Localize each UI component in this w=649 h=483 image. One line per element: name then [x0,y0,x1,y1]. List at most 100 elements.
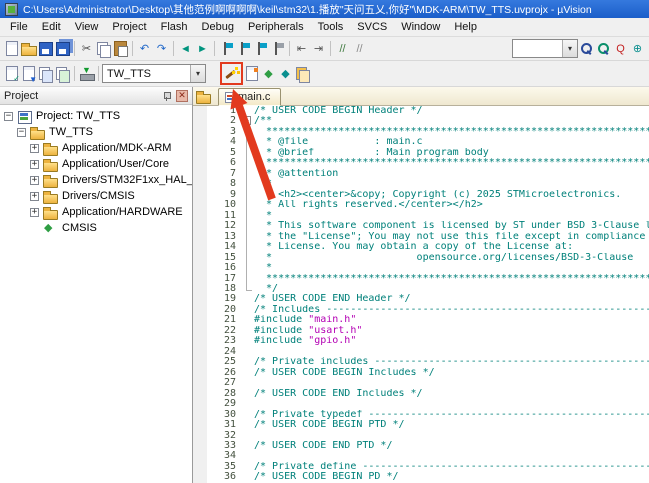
collapse-icon[interactable]: − [17,128,26,137]
file-extensions-icon[interactable] [243,65,260,83]
code-line: 14 * License. You may obtain a copy of t… [193,242,649,252]
code-text [254,347,649,357]
folder-icon [43,190,58,203]
code-line: 27 [193,378,649,388]
open-file-icon[interactable] [20,40,37,58]
translate-file-icon[interactable] [3,65,20,83]
batch-build-icon[interactable] [54,65,71,83]
menu-file[interactable]: File [3,19,35,35]
expand-icon[interactable]: + [30,208,39,217]
tree-item[interactable]: +Application/MDK-ARM [0,140,192,156]
project-panel: Project ✕ −Project: TW_TTS−TW_TTS+Applic… [0,87,193,483]
options-for-target-icon[interactable] [223,65,240,83]
tree-item[interactable]: +Drivers/CMSIS [0,188,192,204]
comment-icon[interactable]: // [334,40,351,58]
chevron-down-icon[interactable]: ▾ [562,40,577,57]
close-icon[interactable]: ✕ [176,90,188,102]
fold-marker[interactable] [241,200,254,210]
menu-tools[interactable]: Tools [311,19,351,35]
expand-icon[interactable]: + [30,176,39,185]
fold-marker[interactable] [241,232,254,242]
code-line: 31/* USER CODE BEGIN PTD */ [193,420,649,430]
fold-marker[interactable]: − [241,116,254,126]
bookmark-next-icon[interactable] [252,40,269,58]
code-line: 5 * @brief : Main program body [193,148,649,158]
rebuild-icon[interactable] [37,65,54,83]
books-icon[interactable] [294,65,311,83]
incremental-find-icon[interactable]: Q [612,40,629,58]
navigate-back-icon[interactable]: ◄ [177,40,194,58]
fold-marker[interactable] [241,221,254,231]
save-icon[interactable] [37,40,54,58]
build-toolbar: TW_TTS▾ ◆◆ [0,61,649,87]
download-icon[interactable] [78,65,95,83]
expand-icon[interactable]: + [30,144,39,153]
tree-item[interactable]: CMSIS [0,220,192,236]
target-select[interactable]: TW_TTS▾ [102,64,206,83]
redo-icon[interactable]: ↷ [153,40,170,58]
fold-marker[interactable] [241,137,254,147]
fold-marker[interactable] [241,284,254,294]
code-line: 13 * the "License"; You may not use this… [193,232,649,242]
undo-icon[interactable]: ↶ [136,40,153,58]
code-line: 3 **************************************… [193,127,649,137]
code-line: 6 **************************************… [193,158,649,168]
fold-marker[interactable] [241,211,254,221]
navigate-forward-icon[interactable]: ► [194,40,211,58]
tree-item[interactable]: +Drivers/STM32F1xx_HAL_Driver [0,172,192,188]
build-icon[interactable] [20,65,37,83]
menu-flash[interactable]: Flash [154,19,195,35]
menu-window[interactable]: Window [394,19,447,35]
expand-icon[interactable]: + [30,192,39,201]
pin-icon[interactable] [162,91,172,101]
tab-main-c[interactable]: main.c [218,88,281,106]
copy-icon[interactable] [95,40,112,58]
tree-item[interactable]: −TW_TTS [0,124,192,140]
tree-item[interactable]: +Application/User/Core [0,156,192,172]
menu-view[interactable]: View [68,19,106,35]
menu-debug[interactable]: Debug [195,19,241,35]
fold-marker[interactable] [241,148,254,158]
code-text: ****************************************… [254,127,649,137]
uncomment-icon[interactable]: // [351,40,368,58]
folder-icon[interactable] [196,90,211,103]
fold-marker[interactable] [241,179,254,189]
code-line: 29 [193,399,649,409]
paste-icon[interactable] [112,40,129,58]
toolbar-separator [330,41,331,56]
browse-icon[interactable]: ⊕ [629,40,646,58]
fold-marker[interactable] [241,263,254,273]
menu-edit[interactable]: Edit [35,19,68,35]
find-combobox[interactable]: ▾ [512,39,578,58]
find-icon[interactable] [578,40,595,58]
bookmark-prev-icon[interactable] [235,40,252,58]
expand-icon[interactable]: + [30,160,39,169]
find-in-files-icon[interactable] [595,40,612,58]
menu-peripherals[interactable]: Peripherals [241,19,311,35]
new-file-icon[interactable] [3,40,20,58]
manage-rte-icon[interactable]: ◆ [260,65,277,83]
fold-marker[interactable] [241,253,254,263]
tree-item[interactable]: −Project: TW_TTS [0,108,192,124]
indent-icon[interactable]: ⇥ [310,40,327,58]
fold-marker[interactable] [241,169,254,179]
bookmark-toggle-icon[interactable] [218,40,235,58]
fold-marker[interactable] [241,158,254,168]
cut-icon[interactable]: ✂ [78,40,95,58]
collapse-icon[interactable]: − [4,112,13,121]
fold-marker[interactable] [241,190,254,200]
collapse-icon[interactable]: − [242,116,251,125]
code-editor[interactable]: 1/* USER CODE BEGIN Header */2−/**3 ****… [193,106,649,483]
fold-marker[interactable] [241,242,254,252]
chevron-down-icon[interactable]: ▾ [190,65,205,82]
tree-item[interactable]: +Application/HARDWARE [0,204,192,220]
unindent-icon[interactable]: ⇤ [293,40,310,58]
pack-installer-icon[interactable]: ◆ [277,65,294,83]
menu-project[interactable]: Project [105,19,153,35]
fold-marker[interactable] [241,127,254,137]
menu-help[interactable]: Help [447,19,484,35]
save-all-icon[interactable] [54,40,71,58]
fold-marker[interactable] [241,274,254,284]
bookmark-clear-icon[interactable] [269,40,286,58]
menu-svcs[interactable]: SVCS [350,19,394,35]
